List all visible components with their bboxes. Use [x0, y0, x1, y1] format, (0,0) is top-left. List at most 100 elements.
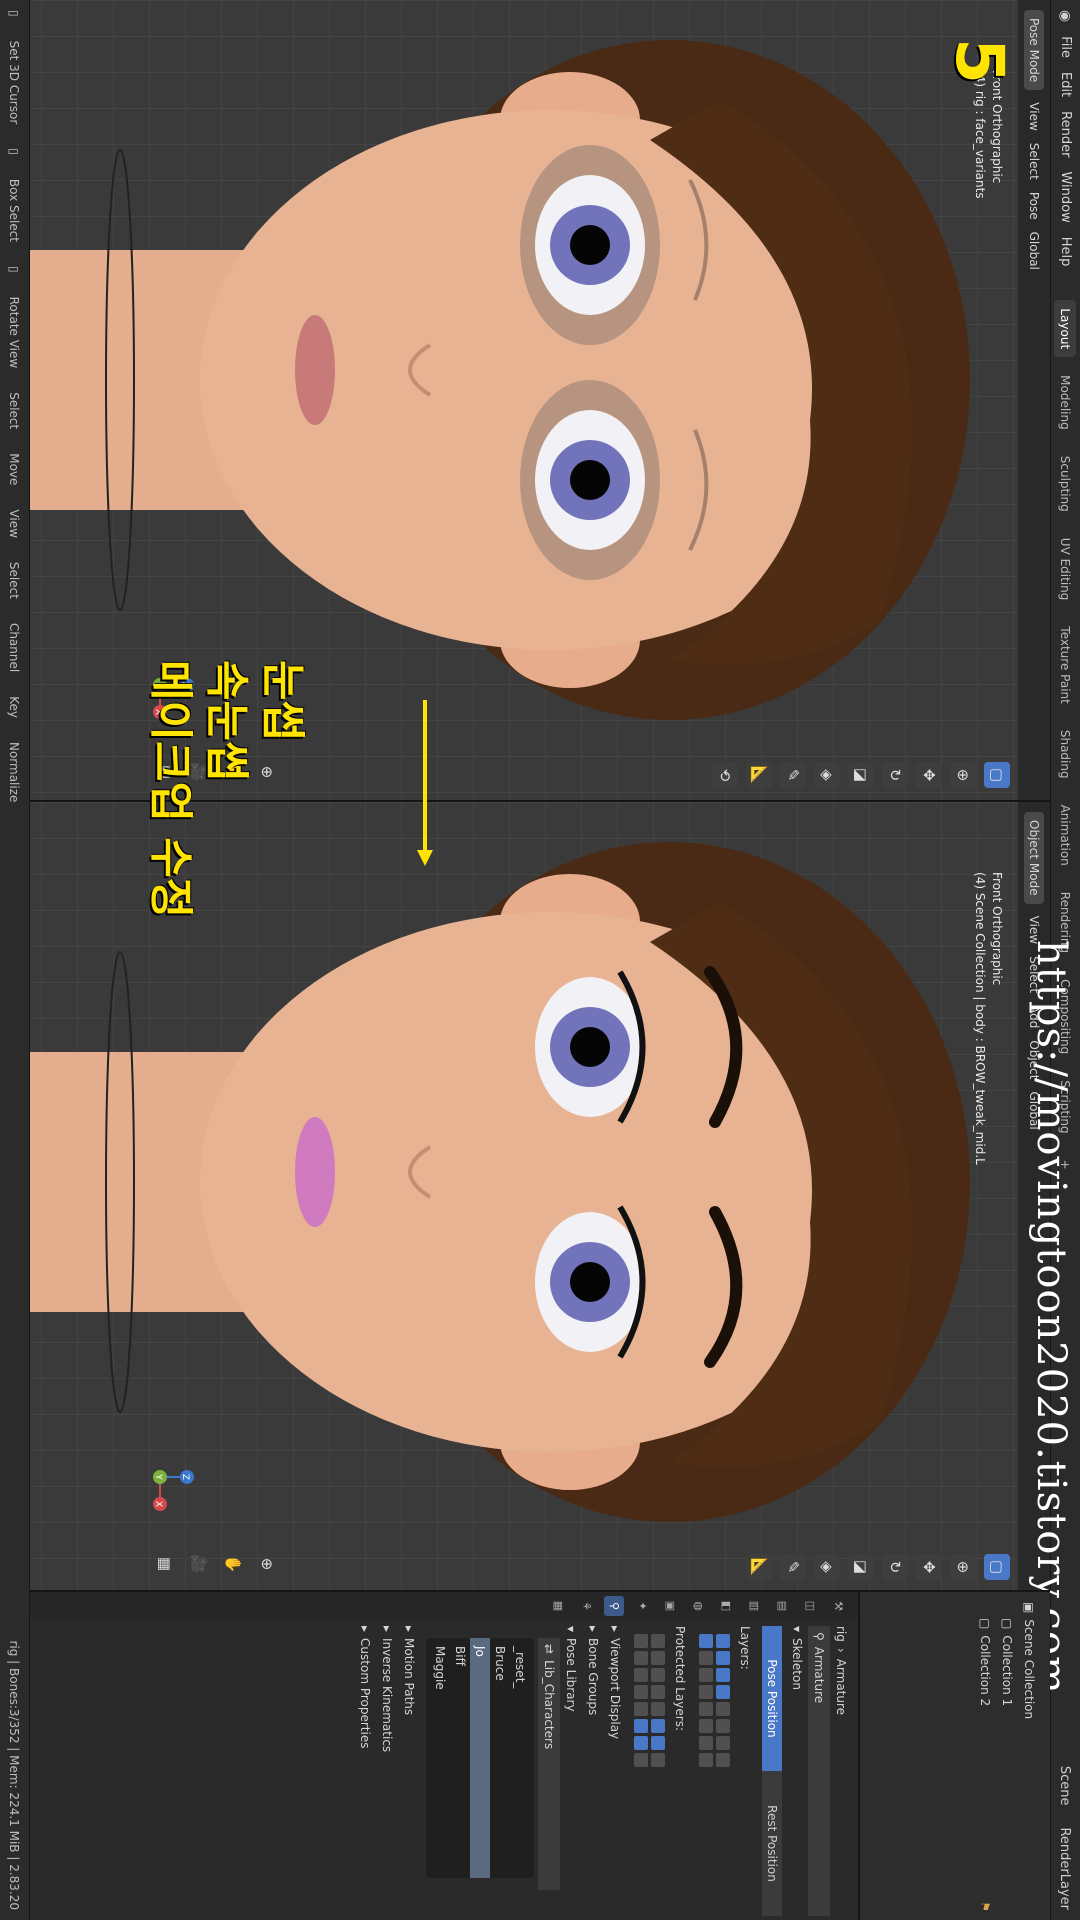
menu-render[interactable]: Render: [1058, 111, 1073, 157]
panel-header-skeleton[interactable]: ▾ Skeleton: [786, 1626, 808, 1916]
menu-edit[interactable]: Edit: [1058, 72, 1073, 97]
layer-toggle[interactable]: [699, 1668, 713, 1682]
tab-shading[interactable]: Shading: [1055, 722, 1077, 787]
list-item[interactable]: Bruce: [490, 1638, 510, 1878]
layer-toggle[interactable]: [634, 1753, 648, 1767]
layer-toggle[interactable]: [651, 1702, 665, 1716]
layer-toggle[interactable]: [699, 1719, 713, 1733]
view-layer-tab-icon[interactable]: ▥: [744, 1596, 764, 1616]
layer-toggle[interactable]: [634, 1668, 648, 1682]
tab-uv-editing[interactable]: UV Editing: [1055, 530, 1077, 609]
viewport-right[interactable]: Object Mode View Select Add Object Globa…: [30, 800, 1050, 1592]
pose-position-button[interactable]: Pose Position: [762, 1626, 782, 1771]
zoom-icon[interactable]: ⊕: [252, 1552, 276, 1576]
tab-sculpting[interactable]: Sculpting: [1055, 448, 1077, 520]
layer-toggle[interactable]: [699, 1736, 713, 1750]
cursor-tool-icon[interactable]: ⊕: [950, 762, 976, 788]
layer-toggle[interactable]: [651, 1651, 665, 1665]
layer-toggle[interactable]: [634, 1651, 648, 1665]
layer-toggle[interactable]: [651, 1736, 665, 1750]
panel-header-custom-properties[interactable]: ▸ Custom Properties: [354, 1626, 376, 1916]
layer-toggle[interactable]: [634, 1719, 648, 1733]
transform-tool-icon[interactable]: ◈: [814, 762, 840, 788]
roll-tool-icon[interactable]: ⟲: [712, 762, 738, 788]
tab-texture-paint[interactable]: Texture Paint: [1055, 618, 1077, 711]
layer-toggle[interactable]: [651, 1685, 665, 1699]
layer-toggle[interactable]: [716, 1685, 730, 1699]
layer-toggle[interactable]: [699, 1753, 713, 1767]
layer-toggle[interactable]: [699, 1702, 713, 1716]
rotate-tool-icon[interactable]: ↻: [882, 762, 908, 788]
armature-data-tab-icon[interactable]: ⚲: [604, 1596, 624, 1616]
scene-tab-icon[interactable]: ◧: [716, 1596, 736, 1616]
tab-modeling[interactable]: Modeling: [1055, 367, 1077, 438]
measure-tool-icon[interactable]: 📐: [746, 762, 772, 788]
menu-help[interactable]: Help: [1058, 237, 1073, 267]
outliner-row-collection-1[interactable]: ▢ Collection 1: [996, 1592, 1018, 1920]
menu-file[interactable]: File: [1058, 36, 1073, 58]
pan-hand-icon[interactable]: ✋: [218, 1552, 242, 1576]
output-tab-icon[interactable]: ▤: [772, 1596, 792, 1616]
list-item[interactable]: Maggie: [430, 1638, 450, 1878]
layer-toggle[interactable]: [716, 1668, 730, 1682]
layer-toggle[interactable]: [716, 1702, 730, 1716]
select-box-tool-icon[interactable]: ▢: [984, 1554, 1010, 1580]
scale-tool-icon[interactable]: ◪: [848, 762, 874, 788]
texture-tab-icon[interactable]: ▦: [548, 1596, 568, 1616]
layer-toggle[interactable]: [634, 1685, 648, 1699]
tool-tab-icon[interactable]: ⚒: [828, 1596, 848, 1616]
render-tab-icon[interactable]: ◫: [800, 1596, 820, 1616]
layer-toggle[interactable]: [634, 1634, 648, 1648]
layer-toggle[interactable]: [699, 1685, 713, 1699]
object-tab-icon[interactable]: ▣: [660, 1596, 680, 1616]
pose-library-selector[interactable]: ⇄ Lib_Characters: [538, 1638, 560, 1890]
list-item[interactable]: Biff: [450, 1638, 470, 1878]
transform-tool-icon[interactable]: ◈: [814, 1554, 840, 1580]
normalize-toggle[interactable]: Normalize: [8, 742, 22, 802]
rotate-tool-icon[interactable]: ↻: [882, 1554, 908, 1580]
layer-toggle[interactable]: [634, 1736, 648, 1750]
data-name-field[interactable]: ⚲ Armature: [808, 1626, 830, 1916]
layer-toggle[interactable]: [716, 1719, 730, 1733]
navigation-gizmo[interactable]: X Z Y: [125, 1442, 195, 1512]
layer-toggle[interactable]: [651, 1668, 665, 1682]
panel-header-bone-groups[interactable]: ▸ Bone Groups: [582, 1626, 604, 1916]
blender-logo-icon[interactable]: ◉: [1058, 10, 1074, 22]
scene-selector[interactable]: Scene: [1058, 1766, 1073, 1806]
scale-tool-icon[interactable]: ◪: [848, 1554, 874, 1580]
cursor-tool-icon[interactable]: ⊕: [950, 1554, 976, 1580]
layer-toggle[interactable]: [651, 1753, 665, 1767]
select-box-tool-icon[interactable]: ▢: [984, 762, 1010, 788]
outliner-row-scene-collection[interactable]: ▣ Scene Collection: [1018, 1592, 1040, 1920]
list-item[interactable]: _reset_: [510, 1638, 530, 1878]
layer-toggle[interactable]: [716, 1634, 730, 1648]
camera-view-icon[interactable]: 🎥: [184, 1552, 208, 1576]
panel-header-viewport-display[interactable]: ▸ Viewport Display: [604, 1626, 626, 1916]
layer-toggle[interactable]: [716, 1736, 730, 1750]
modifier-tab-icon[interactable]: ✦: [632, 1596, 652, 1616]
ortho-grid-icon[interactable]: ▦: [150, 1552, 174, 1576]
layer-toggle[interactable]: [651, 1719, 665, 1733]
timeline-menu-key[interactable]: Key: [8, 696, 22, 718]
layer-toggle[interactable]: [699, 1651, 713, 1665]
timeline-menu-channel[interactable]: Channel: [8, 623, 22, 672]
layer-toggle[interactable]: [634, 1702, 648, 1716]
world-tab-icon[interactable]: ◍: [688, 1596, 708, 1616]
layer-toggle[interactable]: [651, 1634, 665, 1648]
view-layer-selector[interactable]: RenderLayer: [1058, 1827, 1073, 1910]
rest-position-button[interactable]: Rest Position: [762, 1771, 782, 1916]
outliner-row-collection-2[interactable]: ▢ Collection 2 ⚑: [974, 1592, 996, 1920]
timeline-menu-select[interactable]: Select: [8, 562, 22, 599]
layer-toggle[interactable]: [699, 1634, 713, 1648]
tab-animation[interactable]: Animation: [1055, 797, 1077, 874]
annotate-tool-icon[interactable]: ✎: [780, 1554, 806, 1580]
layer-toggle[interactable]: [716, 1651, 730, 1665]
annotate-tool-icon[interactable]: ✎: [780, 762, 806, 788]
panel-header-pose-library[interactable]: ▾ Pose Library: [560, 1626, 582, 1916]
layer-toggle[interactable]: [716, 1753, 730, 1767]
move-tool-icon[interactable]: ✥: [916, 1554, 942, 1580]
tab-layout[interactable]: Layout: [1054, 300, 1077, 358]
panel-header-inverse-kinematics[interactable]: ▸ Inverse Kinematics: [376, 1626, 398, 1916]
timeline-menu-view[interactable]: View: [8, 509, 22, 537]
measure-tool-icon[interactable]: 📐: [746, 1554, 772, 1580]
